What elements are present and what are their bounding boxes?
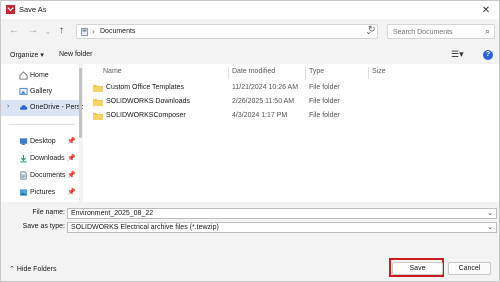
column-header-size[interactable]: Size [372,68,386,75]
navigation-pane: Home Gallery › OneDrive - Perso Desktop … [1,64,84,202]
file-name-field[interactable]: Environment_2025_08_22 ⌄ [67,208,497,219]
column-header-name[interactable]: Name [103,68,122,75]
nav-item-label: Documents [30,172,66,179]
nav-scrollbar[interactable] [79,64,82,202]
recent-chevron-icon[interactable]: ⌄ [45,28,51,38]
folder-icon [93,99,103,106]
pin-icon[interactable]: 📌 [67,188,76,196]
file-name-label: File name: [32,209,65,216]
home-icon [19,71,28,80]
folder-icon [93,113,103,120]
file-date: 11/21/2024 10:26 AM [232,84,299,91]
column-divider[interactable] [228,67,229,79]
save-form: File name: Environment_2025_08_22 ⌄ Save… [1,202,499,242]
file-list: Name Date modified Type Size Custom Offi… [83,64,499,202]
chevron-down-icon[interactable]: ⌄ [487,223,493,231]
gallery-icon [19,87,28,96]
nav-item-home[interactable]: Home [1,68,79,84]
chevron-up-icon: ⌃ [9,266,15,273]
nav-item-documents[interactable]: Documents 📌 [1,168,79,184]
new-folder-button[interactable]: New folder [59,51,92,58]
pin-icon[interactable]: 📌 [67,154,76,162]
nav-divider [9,124,75,125]
nav-item-onedrive[interactable]: › OneDrive - Perso [1,100,84,116]
address-bar[interactable]: › Documents ⌄ [76,24,378,39]
nav-item-downloads[interactable]: Downloads 📌 [1,151,79,167]
pin-icon[interactable]: 📌 [67,137,76,145]
nav-item-label: Gallery [30,88,53,95]
folder-icon [93,85,103,92]
scrollbar-thumb[interactable] [79,68,82,138]
column-header-type[interactable]: Type [309,68,324,75]
close-icon: ✕ [481,4,491,16]
file-type: File folder [309,84,340,91]
nav-item-label: Desktop [30,138,56,145]
downloads-icon [20,154,27,163]
nav-item-pictures[interactable]: Pictures 📌 [1,185,79,201]
command-bar: Organize ▾ New folder ☰▾ ? [1,46,499,64]
save-as-dialog: Save As ✕ ← → ⌄ ↑ › Documents ⌄ ↻ ⌕ Orga… [0,0,500,282]
save-type-value: SOLIDWORKS Electrical archive files (*.t… [71,224,219,231]
nav-item-desktop[interactable]: Desktop 📌 [1,134,79,150]
back-arrow-icon[interactable]: ← [9,26,19,36]
file-date: 2/26/2025 11:50 AM [232,98,295,105]
nav-item-label: Downloads [30,155,65,162]
help-icon[interactable]: ? [483,50,493,60]
solidworks-app-icon [6,5,15,14]
up-arrow-icon[interactable]: ↑ [59,26,64,36]
hide-folders-label: Hide Folders [16,266,57,273]
close-button[interactable]: ✕ [477,3,495,17]
file-name: Custom Office Templates [106,84,184,91]
save-type-label: Save as type: [22,223,65,230]
column-header-date[interactable]: Date modified [232,68,275,75]
title-bar: Save As ✕ [1,1,499,19]
file-name: SOLIDWORKSComposer [106,112,186,119]
pin-icon[interactable]: 📌 [67,171,76,179]
view-options-icon[interactable]: ☰▾ [451,49,464,60]
pictures-icon [19,189,28,196]
file-name-value[interactable]: Environment_2025_08_22 [71,210,153,217]
file-date: 4/3/2024 1:17 PM [232,112,288,119]
documents-icon [20,171,27,180]
refresh-icon[interactable]: ↻ [368,24,376,35]
column-divider[interactable] [305,67,306,79]
window-title: Save As [19,5,47,14]
onedrive-cloud-icon [19,105,28,110]
search-box[interactable]: ⌕ [387,24,495,39]
search-icon: ⌕ [484,26,490,36]
file-row[interactable]: Custom Office Templates 11/21/2024 10:26… [89,81,389,95]
file-name: SOLIDWORKS Downloads [106,98,191,105]
search-input[interactable] [391,26,483,39]
file-row[interactable]: SOLIDWORKSComposer 4/3/2024 1:17 PM File… [89,109,389,123]
bottom-bar: ⌃ Hide Folders Save Cancel [1,242,499,281]
organize-menu-button[interactable]: Organize ▾ [10,51,44,59]
save-button[interactable]: Save [392,262,443,275]
save-type-select[interactable]: SOLIDWORKS Electrical archive files (*.t… [67,222,497,233]
breadcrumb-path[interactable]: Documents [100,28,135,35]
breadcrumb-separator-icon: › [92,27,95,36]
chevron-right-icon[interactable]: › [7,103,9,110]
cancel-button[interactable]: Cancel [448,262,491,275]
column-divider[interactable] [368,67,369,79]
desktop-icon [19,138,28,145]
hide-folders-toggle[interactable]: ⌃ Hide Folders [9,265,57,273]
nav-item-label: OneDrive - Perso [30,104,85,111]
file-row[interactable]: SOLIDWORKS Downloads 2/26/2025 11:50 AM … [89,95,389,109]
nav-item-label: Home [30,72,49,79]
chevron-down-icon[interactable]: ⌄ [487,209,493,217]
forward-arrow-icon[interactable]: → [28,26,38,36]
this-pc-icon [81,28,88,36]
address-row: ← → ⌄ ↑ › Documents ⌄ ↻ ⌕ [1,21,499,43]
nav-item-label: Pictures [30,189,56,196]
file-type: File folder [309,98,340,105]
file-type: File folder [309,112,340,119]
nav-item-gallery[interactable]: Gallery [1,84,79,100]
